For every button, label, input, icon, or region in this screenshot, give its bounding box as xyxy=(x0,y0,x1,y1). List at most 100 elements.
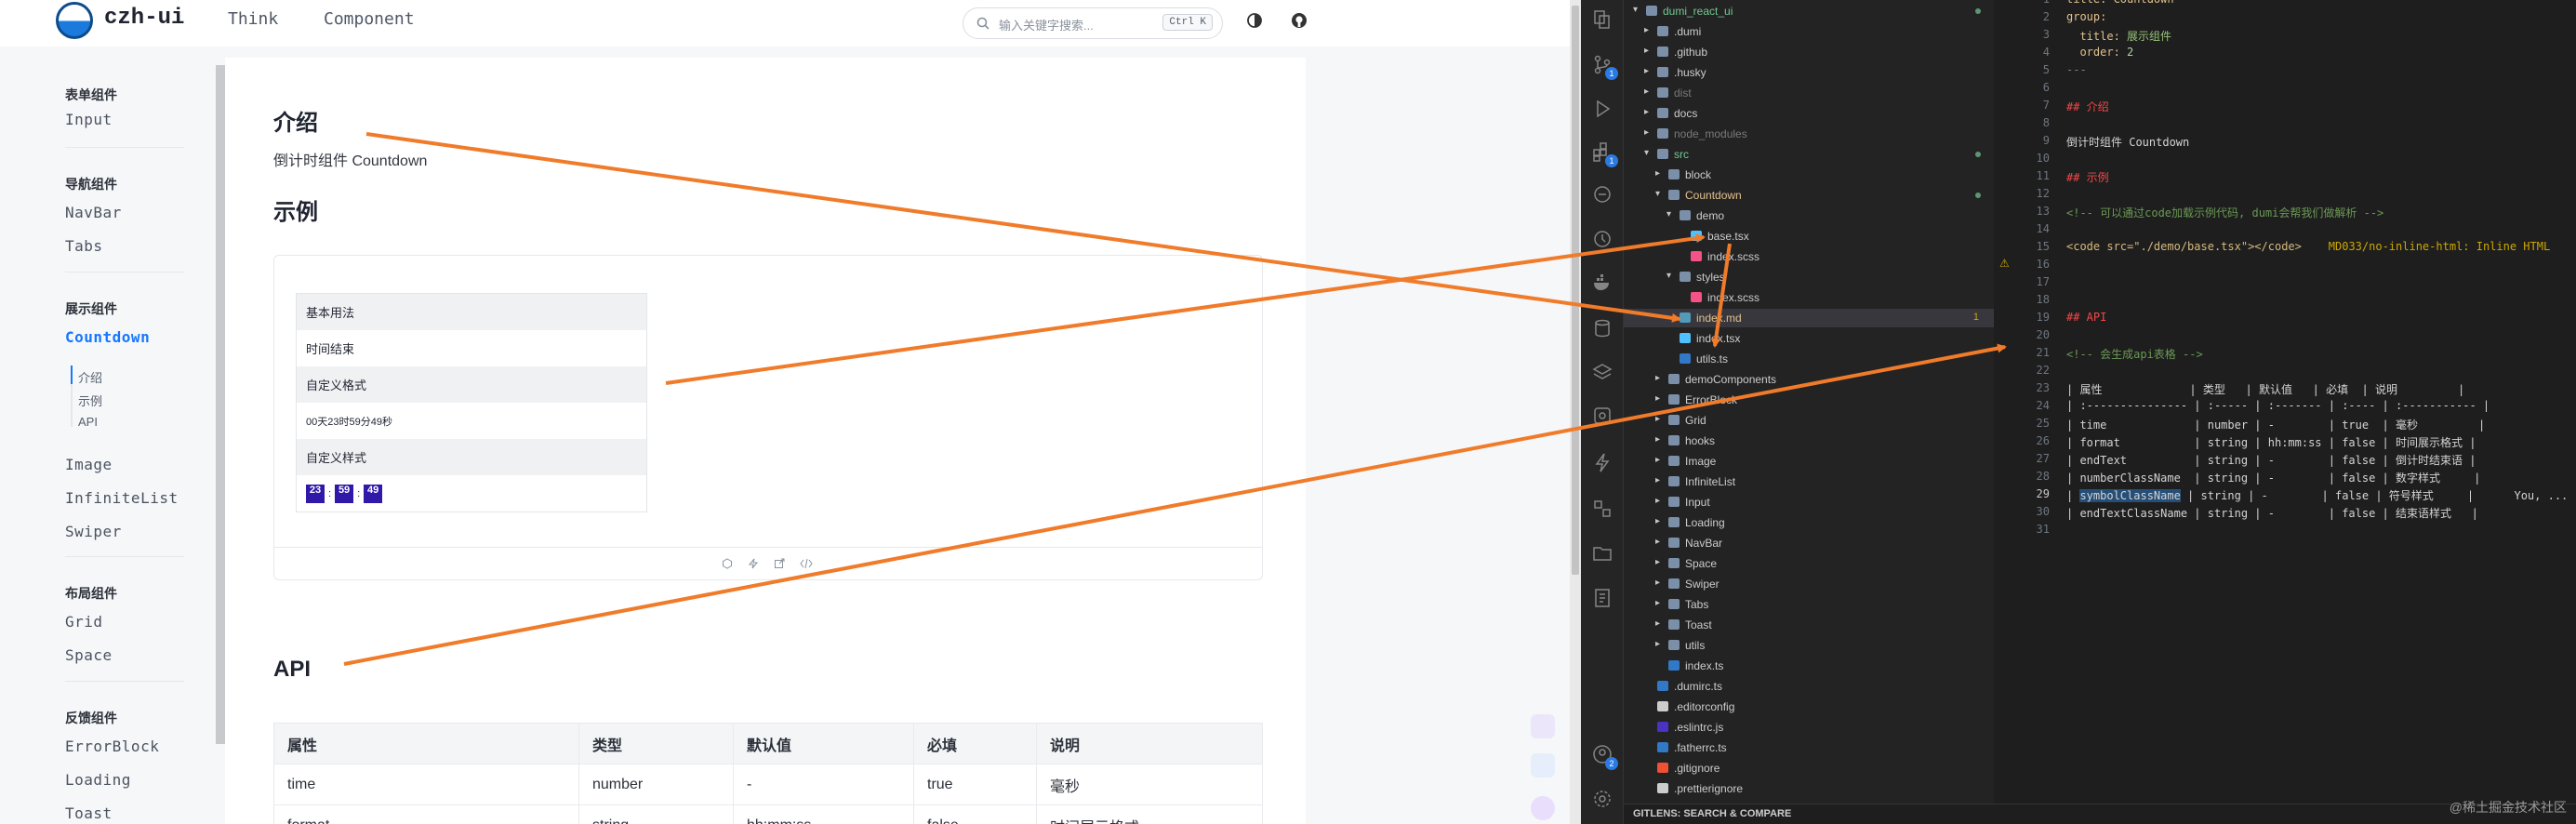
chevron-down-icon[interactable]: ▾ xyxy=(1655,189,1660,199)
stackblitz-icon[interactable] xyxy=(748,557,759,574)
tree-folder[interactable]: ▾ Countdown xyxy=(1624,186,1994,205)
chevron-right-icon[interactable]: ▸ xyxy=(1655,373,1660,383)
tree-folder[interactable]: ▸ Input xyxy=(1624,493,1994,512)
translate-float-icon[interactable] xyxy=(1531,714,1555,738)
explorer-icon[interactable] xyxy=(1592,9,1613,30)
code-line[interactable]: | endTextClassName | string | - | false … xyxy=(2066,505,2478,521)
chevron-right-icon[interactable]: ▸ xyxy=(1655,639,1660,649)
tree-folder[interactable]: ▾ src xyxy=(1624,145,1994,164)
tree-file[interactable]: .eslintrc.js xyxy=(1624,718,1994,737)
codesandbox-icon[interactable] xyxy=(722,557,733,574)
settings-gear-icon[interactable] xyxy=(1592,789,1613,809)
sidebar-item-tabs[interactable]: Tabs xyxy=(65,237,103,255)
sidebar-sub-api[interactable]: API xyxy=(78,415,98,429)
chevron-down-icon[interactable]: ▾ xyxy=(1666,271,1671,281)
tree-file[interactable]: .gitignore xyxy=(1624,759,1994,777)
tree-file[interactable]: .prettierignore xyxy=(1624,779,1994,798)
tree-folder[interactable]: ▸ .husky xyxy=(1624,63,1994,82)
timeline-icon[interactable] xyxy=(1592,229,1613,249)
tree-folder[interactable]: ▸ dist xyxy=(1624,84,1994,102)
chevron-right-icon[interactable]: ▸ xyxy=(1655,393,1660,404)
tree-file[interactable]: base.tsx xyxy=(1624,227,1994,246)
chevron-right-icon[interactable]: ▸ xyxy=(1644,127,1649,138)
sidebar-item-toast[interactable]: Toast xyxy=(65,804,113,822)
chevron-right-icon[interactable]: ▸ xyxy=(1655,414,1660,424)
chevron-right-icon[interactable]: ▸ xyxy=(1644,66,1649,76)
sidebar-item-loading[interactable]: Loading xyxy=(65,771,131,789)
sidebar-item-infinitelist[interactable]: InfiniteList xyxy=(65,489,179,507)
lightning-icon[interactable] xyxy=(1592,452,1613,472)
gitlens-icon[interactable] xyxy=(1592,405,1613,426)
chevron-down-icon[interactable]: ▾ xyxy=(1644,148,1649,158)
chevron-right-icon[interactable]: ▸ xyxy=(1655,598,1660,608)
tree-folder[interactable]: ▸ Tabs xyxy=(1624,595,1994,614)
gitlens-panel-header[interactable]: GITLENS: SEARCH & COMPARE xyxy=(1624,804,2576,824)
chevron-right-icon[interactable]: ▸ xyxy=(1655,168,1660,179)
open-external-icon[interactable] xyxy=(774,557,785,574)
code-line[interactable]: | 属性 | 类型 | 默认值 | 必填 | 说明 | xyxy=(2066,381,2464,397)
logo-icon[interactable] xyxy=(56,2,93,39)
code-line[interactable]: | :--------------- | :----- | :------- |… xyxy=(2066,399,2490,412)
tree-folder[interactable]: ▸ .dumi xyxy=(1624,22,1994,41)
chevron-right-icon[interactable]: ▸ xyxy=(1655,618,1660,629)
chevron-right-icon[interactable]: ▸ xyxy=(1644,25,1649,35)
tree-folder[interactable]: ▸ demoComponents xyxy=(1624,370,1994,389)
code-line[interactable]: | numberClassName | string | - | false |… xyxy=(2066,470,2480,485)
sidebar-item-input[interactable]: Input xyxy=(65,111,113,128)
sidebar-item-image[interactable]: Image xyxy=(65,456,113,473)
code-line[interactable]: | symbolClassName | string | - | false |… xyxy=(2066,487,2568,503)
tree-folder[interactable]: ▾ dumi_react_ui xyxy=(1624,2,1994,20)
code-line[interactable]: <!-- 会生成api表格 --> xyxy=(2066,346,2203,362)
chevron-right-icon[interactable]: ▸ xyxy=(1655,496,1660,506)
brand-name[interactable]: czh-ui xyxy=(104,6,184,31)
bookmarks-icon[interactable] xyxy=(1592,498,1613,519)
code-line[interactable]: ## API xyxy=(2066,311,2106,324)
sidebar-item-space[interactable]: Space xyxy=(65,646,113,664)
chevron-right-icon[interactable]: ▸ xyxy=(1655,557,1660,567)
sidebar-sub-intro[interactable]: 介绍 xyxy=(78,368,102,386)
run-debug-icon[interactable] xyxy=(1592,99,1613,119)
chevron-right-icon[interactable]: ▸ xyxy=(1655,537,1660,547)
tree-file[interactable]: index.scss xyxy=(1624,247,1994,266)
layers-icon[interactable] xyxy=(1592,363,1613,383)
assistant-float-icon[interactable] xyxy=(1531,796,1555,820)
tree-file[interactable]: index.md 1 xyxy=(1624,309,1994,327)
code-line[interactable]: group: xyxy=(2066,10,2106,23)
code-line[interactable]: title: Countdown xyxy=(2066,0,2174,6)
code-line[interactable]: order: 2 xyxy=(2066,46,2133,59)
code-line[interactable]: ## 介绍 xyxy=(2066,99,2109,114)
tree-folder[interactable]: ▾ styles xyxy=(1624,268,1994,286)
scrollbar-thumb[interactable] xyxy=(1572,6,1579,575)
tree-folder[interactable]: ▸ docs xyxy=(1624,104,1994,123)
code-line[interactable]: --- xyxy=(2066,63,2087,76)
tree-file[interactable]: .editorconfig xyxy=(1624,698,1994,716)
tree-file[interactable]: index.tsx xyxy=(1624,329,1994,348)
code-line[interactable]: <!-- 可以通过code加载示例代码, dumi会帮我们做解析 --> xyxy=(2066,205,2383,220)
chevron-right-icon[interactable]: ▸ xyxy=(1644,46,1649,56)
tree-folder[interactable]: ▸ InfiniteList xyxy=(1624,472,1994,491)
code-line[interactable]: ## 示例 xyxy=(2066,169,2109,185)
tree-file[interactable]: index.scss xyxy=(1624,288,1994,307)
tree-folder[interactable]: ▸ NavBar xyxy=(1624,534,1994,552)
github-icon[interactable] xyxy=(1291,12,1308,29)
chevron-right-icon[interactable]: ▸ xyxy=(1644,86,1649,97)
tree-file[interactable]: utils.ts xyxy=(1624,350,1994,368)
chevron-right-icon[interactable]: ▸ xyxy=(1644,107,1649,117)
tree-file[interactable]: .dumirc.ts xyxy=(1624,677,1994,696)
tree-folder[interactable]: ▸ Loading xyxy=(1624,513,1994,532)
remote-explorer-icon[interactable] xyxy=(1592,184,1613,205)
tree-folder[interactable]: ▸ .github xyxy=(1624,43,1994,61)
nav-think[interactable]: Think xyxy=(228,9,278,29)
test-icon[interactable] xyxy=(1592,588,1613,608)
chevron-right-icon[interactable]: ▸ xyxy=(1655,516,1660,526)
tree-folder[interactable]: ▸ ErrorBlock xyxy=(1624,391,1994,409)
chevron-down-icon[interactable]: ▾ xyxy=(1633,5,1638,15)
tree-folder[interactable]: ▸ node_modules xyxy=(1624,125,1994,143)
code-line[interactable]: title: 展示组件 xyxy=(2066,28,2171,44)
window-scrollbar[interactable] xyxy=(1570,0,1581,824)
tree-folder[interactable]: ▾ demo xyxy=(1624,206,1994,225)
tree-folder[interactable]: ▸ Grid xyxy=(1624,411,1994,430)
docker-icon[interactable] xyxy=(1592,272,1613,292)
folder-icon[interactable] xyxy=(1592,543,1613,564)
tree-file[interactable]: .fatherrc.ts xyxy=(1624,738,1994,757)
